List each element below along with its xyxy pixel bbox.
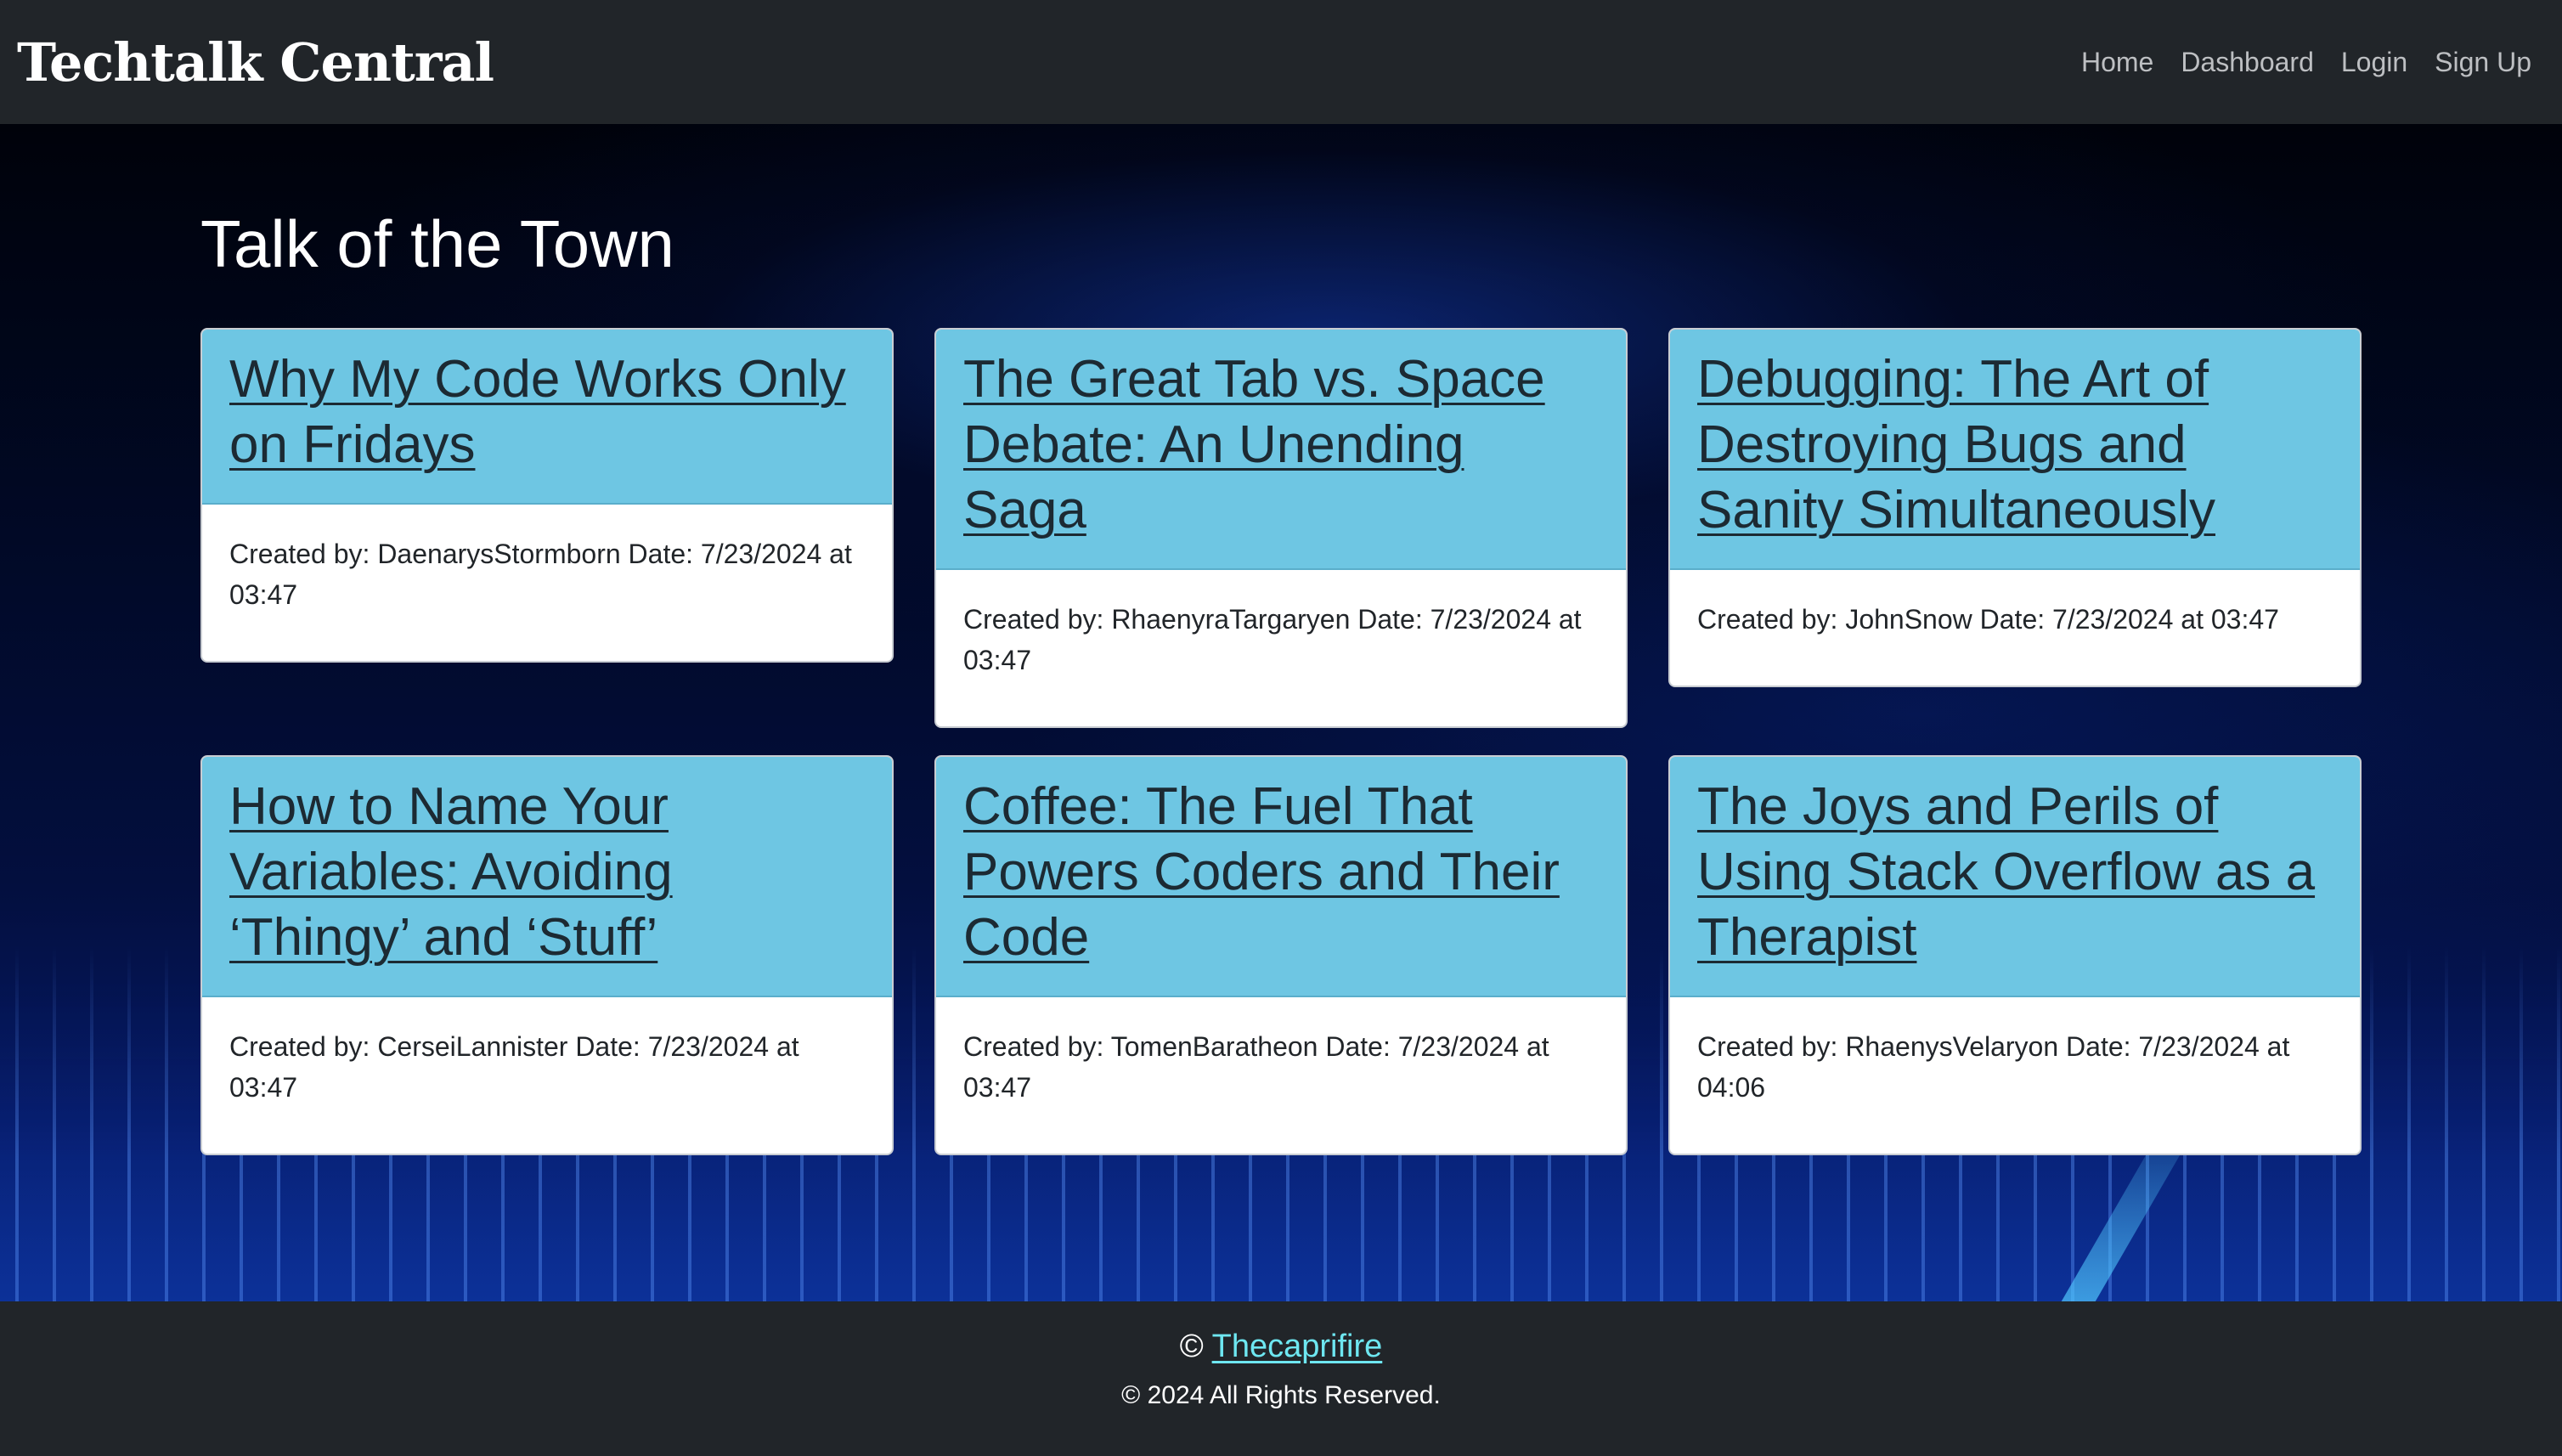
nav-link-home[interactable]: Home	[2081, 47, 2153, 78]
post-card-header: How to Name Your Variables: Avoiding ‘Th…	[202, 757, 892, 997]
post-meta: Created by: RhaenyraTargaryen Date: 7/23…	[963, 604, 1582, 675]
post-card-header: The Joys and Perils of Using Stack Overf…	[1670, 757, 2360, 997]
post-card: Coffee: The Fuel That Powers Coders and …	[934, 755, 1628, 1155]
post-grid: Why My Code Works Only on Fridays Create…	[200, 328, 2362, 1155]
hero-background: Talk of the Town Why My Code Works Only …	[0, 124, 2562, 1301]
copyright-icon: ©	[1179, 1329, 1204, 1364]
post-meta: Created by: TomenBaratheon Date: 7/23/20…	[963, 1031, 1549, 1103]
navbar: Techtalk Central Home Dashboard Login Si…	[0, 0, 2562, 124]
post-card-header: The Great Tab vs. Space Debate: An Unend…	[936, 330, 1626, 570]
nav-link-sign-up[interactable]: Sign Up	[2435, 47, 2531, 78]
page-title: Talk of the Town	[200, 206, 674, 281]
post-card: The Great Tab vs. Space Debate: An Unend…	[934, 328, 1628, 728]
post-card: Debugging: The Art of Destroying Bugs an…	[1668, 328, 2362, 687]
brand-logo[interactable]: Techtalk Central	[17, 31, 494, 93]
post-title-link[interactable]: Debugging: The Art of Destroying Bugs an…	[1697, 347, 2333, 543]
post-meta: Created by: DaenarysStormborn Date: 7/23…	[229, 539, 852, 610]
nav-links: Home Dashboard Login Sign Up	[2081, 47, 2531, 78]
nav-link-login[interactable]: Login	[2341, 47, 2407, 78]
post-card-header: Debugging: The Art of Destroying Bugs an…	[1670, 330, 2360, 570]
footer-credit: © Thecaprifire	[0, 1329, 2562, 1365]
post-title-link[interactable]: Why My Code Works Only on Fridays	[229, 347, 865, 477]
footer-rights: © 2024 All Rights Reserved.	[1121, 1381, 1441, 1409]
post-card-header: Why My Code Works Only on Fridays	[202, 330, 892, 505]
post-title-link[interactable]: The Joys and Perils of Using Stack Overf…	[1697, 774, 2333, 970]
author-link[interactable]: Thecaprifire	[1212, 1329, 1383, 1364]
post-meta: Created by: CerseiLannister Date: 7/23/2…	[229, 1031, 799, 1103]
post-title-link[interactable]: How to Name Your Variables: Avoiding ‘Th…	[229, 774, 865, 970]
post-card: Why My Code Works Only on Fridays Create…	[200, 328, 894, 663]
footer: © Thecaprifire © 2024 All Rights Reserve…	[0, 1301, 2562, 1456]
post-card: How to Name Your Variables: Avoiding ‘Th…	[200, 755, 894, 1155]
post-title-link[interactable]: Coffee: The Fuel That Powers Coders and …	[963, 774, 1599, 970]
post-title-link[interactable]: The Great Tab vs. Space Debate: An Unend…	[963, 347, 1599, 543]
post-meta: Created by: JohnSnow Date: 7/23/2024 at …	[1697, 604, 2279, 635]
post-card: The Joys and Perils of Using Stack Overf…	[1668, 755, 2362, 1155]
post-card-header: Coffee: The Fuel That Powers Coders and …	[936, 757, 1626, 997]
post-meta: Created by: RhaenysVelaryon Date: 7/23/2…	[1697, 1031, 2290, 1103]
nav-link-dashboard[interactable]: Dashboard	[2181, 47, 2314, 78]
